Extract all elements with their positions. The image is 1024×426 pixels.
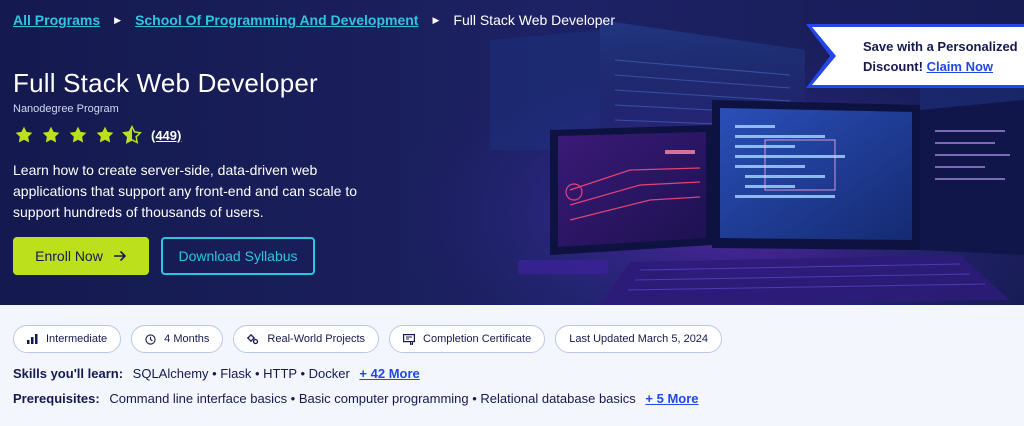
program-description: Learn how to create server-side, data-dr… xyxy=(13,162,357,220)
skills-list: SQLAlchemy • Flask • HTTP • Docker xyxy=(132,366,350,381)
tag-updated: Last Updated March 5, 2024 xyxy=(555,325,723,353)
tag-label: Completion Certificate xyxy=(423,333,532,345)
prerequisites-list: Command line interface basics • Basic co… xyxy=(109,391,636,406)
discount-promo: Save with a Personalized Discount! Claim… xyxy=(800,23,1024,89)
tag-label: Last Updated March 5, 2024 xyxy=(569,333,709,345)
prerequisites-label: Prerequisites: xyxy=(13,391,100,406)
breadcrumb-separator-icon: ▶ xyxy=(432,14,440,25)
star-full-icon xyxy=(42,126,60,143)
download-syllabus-button[interactable]: Download Syllabus xyxy=(161,237,315,275)
rating: (449) xyxy=(14,125,181,145)
breadcrumb-school[interactable]: School Of Programming And Development xyxy=(135,12,418,28)
star-half-icon xyxy=(122,125,142,144)
gears-icon xyxy=(247,333,259,344)
program-type: Nanodegree Program xyxy=(13,103,119,115)
review-count-link[interactable]: (449) xyxy=(151,128,181,143)
bar-chart-icon xyxy=(27,334,38,344)
tag-label: Intermediate xyxy=(46,333,108,345)
star-full-icon xyxy=(96,126,114,143)
page-title: Full Stack Web Developer xyxy=(13,68,318,98)
breadcrumb-current: Full Stack Web Developer xyxy=(453,12,615,28)
prerequisites-more-link[interactable]: + 5 More xyxy=(645,391,698,406)
breadcrumb-all-programs[interactable]: All Programs xyxy=(13,12,100,28)
claim-now-link[interactable]: Claim Now xyxy=(927,59,993,74)
enroll-now-label: Enroll Now xyxy=(35,248,103,264)
skills-row: Skills you'll learn: SQLAlchemy • Flask … xyxy=(13,366,420,381)
tag-certificate: Completion Certificate xyxy=(389,325,546,353)
tag-duration: 4 Months xyxy=(131,325,224,353)
arrow-right-icon xyxy=(113,250,126,262)
skills-label: Skills you'll learn: xyxy=(13,366,124,381)
prerequisites-row: Prerequisites: Command line interface ba… xyxy=(13,391,699,406)
star-full-icon xyxy=(15,126,33,143)
skills-more-link[interactable]: + 42 More xyxy=(359,366,419,381)
breadcrumb: All Programs ▶ School Of Programming And… xyxy=(13,10,615,30)
certificate-icon xyxy=(403,333,416,345)
tag-projects: Real-World Projects xyxy=(233,325,380,353)
star-full-icon xyxy=(69,126,87,143)
breadcrumb-separator-icon: ▶ xyxy=(114,14,122,25)
promo-text-block: Save with a Personalized Discount! Claim… xyxy=(863,37,1024,77)
program-tags: Intermediate 4 Months Real-World Project… xyxy=(13,325,723,353)
clock-icon xyxy=(145,333,156,345)
tag-label: Real-World Projects xyxy=(267,333,366,345)
enroll-now-button[interactable]: Enroll Now xyxy=(13,237,149,275)
tag-label: 4 Months xyxy=(164,333,210,345)
tag-level: Intermediate xyxy=(13,325,122,353)
